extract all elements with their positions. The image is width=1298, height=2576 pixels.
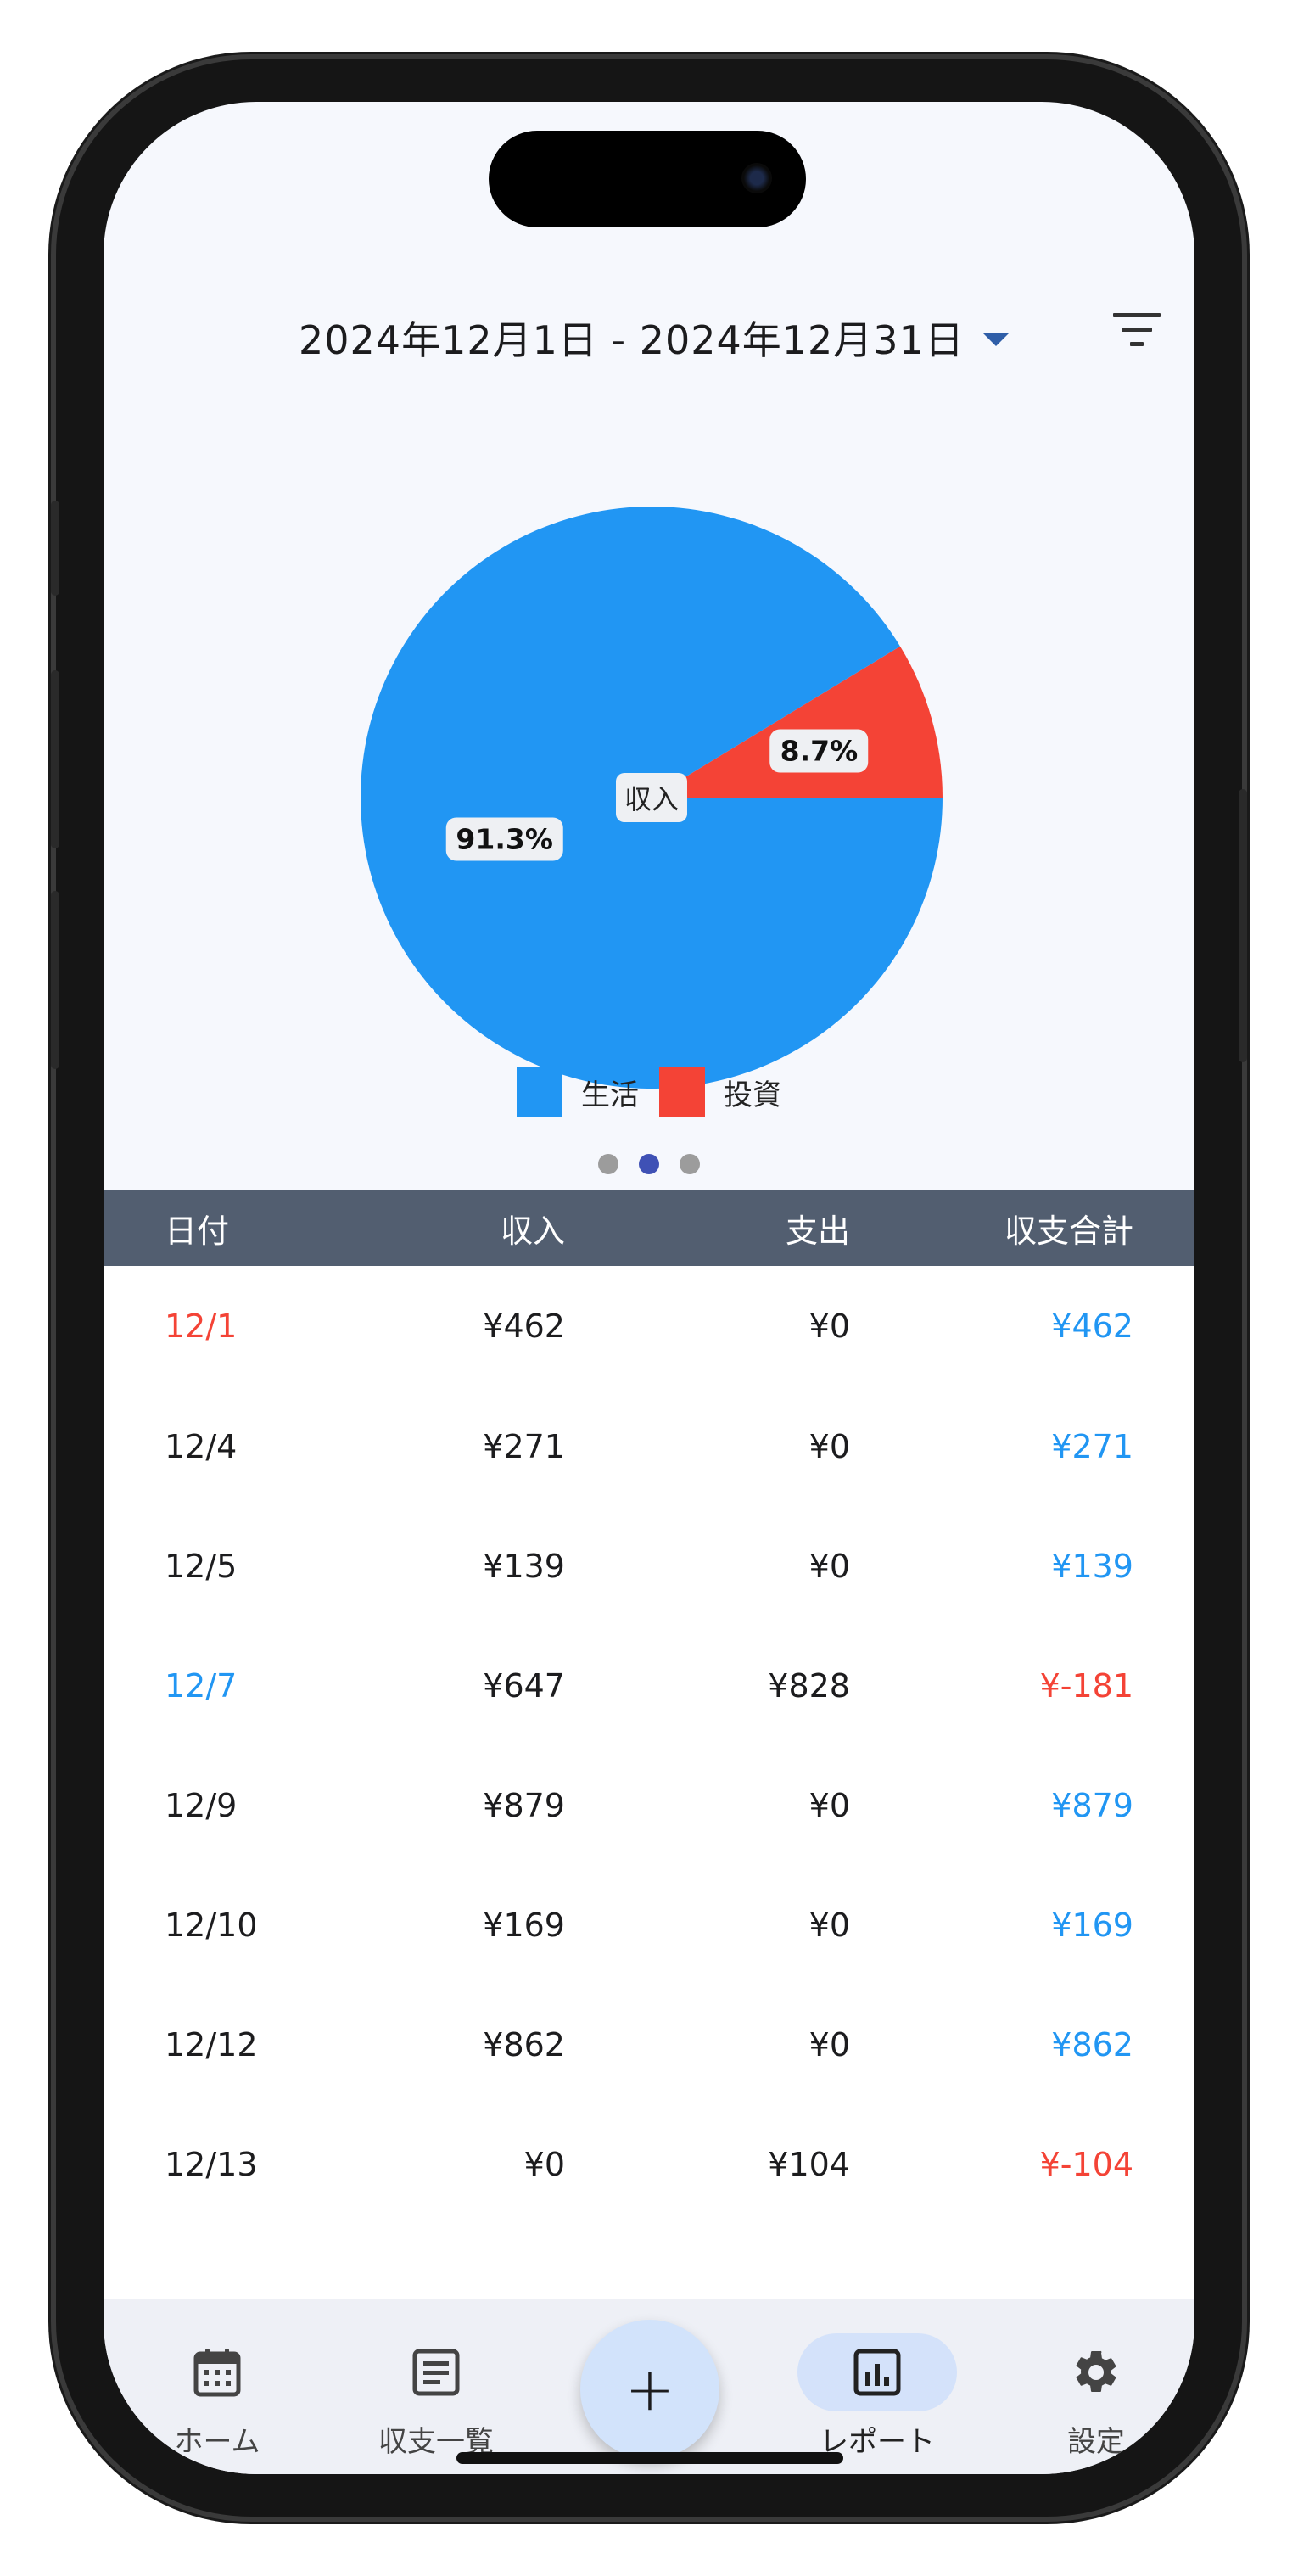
pie-center-label: 収入 <box>615 773 688 822</box>
row-income: ¥139 <box>483 1547 565 1585</box>
nav-label: 設定 <box>1067 2425 1125 2459</box>
table-header: 日付 収入 支出 収支合計 <box>104 1190 1194 1266</box>
page-dot-1[interactable] <box>598 1154 618 1174</box>
chart-legend: 生活 投資 <box>104 1067 1194 1117</box>
date-range-selector[interactable]: 2024年12月1日 - 2024年12月31日 <box>299 310 1009 366</box>
row-income: ¥0 <box>523 2145 565 2183</box>
bar-chart-icon <box>853 2349 901 2396</box>
nav-home[interactable]: ホーム <box>132 2333 302 2460</box>
table-row[interactable]: 12/10 ¥169 ¥0 ¥169 <box>104 1865 1194 1985</box>
page-dot-2[interactable] <box>639 1154 659 1174</box>
row-date: 12/1 <box>165 1308 238 1345</box>
row-expense: ¥0 <box>808 1308 850 1345</box>
nav-report-icon-wrap <box>797 2333 957 2411</box>
date-range-text: 2024年12月1日 - 2024年12月31日 <box>299 317 965 363</box>
legend-label: 投資 <box>724 1078 781 1112</box>
camera-icon <box>741 163 772 193</box>
transaction-table: 12/1 ¥462 ¥0 ¥462 12/4 ¥271 ¥0 ¥271 12/5 ¥139 ¥0 ¥1… <box>104 1266 1194 2299</box>
row-total: ¥462 <box>1051 1308 1133 1345</box>
gear-icon <box>1076 2350 1116 2392</box>
row-total: ¥271 <box>1051 1427 1133 1465</box>
column-header-income: 収入 <box>500 1212 565 1250</box>
row-expense: ¥0 <box>808 1427 850 1465</box>
row-date: 12/5 <box>165 1547 238 1585</box>
plus-icon: + <box>624 2355 675 2424</box>
table-row[interactable]: 12/4 ¥271 ¥0 ¥271 <box>104 1386 1194 1506</box>
legend-label: 生活 <box>581 1078 639 1112</box>
volume-up-button <box>51 670 59 848</box>
volume-down-button <box>51 891 59 1069</box>
pie-slice-label: 91.3% <box>445 817 563 861</box>
row-date: 12/9 <box>165 1786 238 1824</box>
row-income: ¥647 <box>483 1666 565 1705</box>
row-expense: ¥0 <box>808 1786 850 1824</box>
report-header: 2024年12月1日 - 2024年12月31日 <box>104 293 1194 395</box>
row-income: ¥169 <box>483 1906 565 1944</box>
column-header-total: 収支合計 <box>1004 1212 1133 1250</box>
row-expense: ¥0 <box>808 1906 850 1944</box>
row-income: ¥862 <box>483 2025 565 2064</box>
nav-label: ホーム <box>174 2425 260 2459</box>
table-row[interactable]: 12/5 ¥139 ¥0 ¥139 <box>104 1506 1194 1626</box>
nav-home-icon-wrap <box>137 2333 297 2411</box>
row-date: 12/13 <box>165 2145 258 2183</box>
page-dot-3[interactable] <box>680 1154 700 1174</box>
nav-transactions-icon-wrap <box>356 2333 516 2411</box>
nav-report[interactable]: レポート <box>792 2333 962 2460</box>
legend-swatch-living <box>517 1067 562 1117</box>
nav-settings-icon-wrap <box>1016 2333 1176 2411</box>
page-indicator <box>104 1154 1194 1174</box>
row-total: ¥-104 <box>1039 2145 1133 2183</box>
action-button <box>51 501 59 596</box>
add-transaction-button[interactable]: + <box>580 2320 719 2459</box>
row-total: ¥139 <box>1051 1547 1133 1585</box>
pie-slice-label: 8.7% <box>769 729 869 773</box>
table-row[interactable]: 12/1 ¥462 ¥0 ¥462 <box>104 1266 1194 1386</box>
filter-icon[interactable] <box>1113 311 1161 349</box>
legend-item-living: 生活 <box>517 1067 639 1117</box>
row-total: ¥879 <box>1051 1786 1133 1824</box>
calendar-icon <box>193 2349 241 2397</box>
dropdown-arrow-icon <box>982 333 1009 346</box>
row-date: 12/7 <box>165 1666 238 1705</box>
nav-transactions[interactable]: 収支一覧 <box>351 2333 521 2460</box>
row-income: ¥271 <box>483 1427 565 1465</box>
row-date: 12/12 <box>165 2025 258 2064</box>
row-total: ¥169 <box>1051 1906 1133 1944</box>
row-expense: ¥104 <box>768 2145 850 2183</box>
table-row[interactable]: 12/13 ¥0 ¥104 ¥-104 <box>104 2104 1194 2224</box>
table-row[interactable]: 12/12 ¥862 ¥0 ¥862 <box>104 1985 1194 2104</box>
power-button <box>1239 789 1247 1062</box>
row-expense: ¥828 <box>768 1666 850 1705</box>
row-date: 12/4 <box>165 1427 238 1465</box>
row-date: 12/10 <box>165 1906 258 1944</box>
legend-swatch-investment <box>659 1067 705 1117</box>
legend-item-investment: 投資 <box>659 1067 781 1117</box>
dynamic-island <box>489 131 806 227</box>
row-total: ¥862 <box>1051 2025 1133 2064</box>
table-row[interactable]: 12/9 ¥879 ¥0 ¥879 <box>104 1745 1194 1865</box>
home-indicator[interactable] <box>456 2452 843 2464</box>
row-income: ¥462 <box>483 1308 565 1345</box>
column-header-expense: 支出 <box>785 1212 850 1250</box>
table-row[interactable]: 12/7 ¥647 ¥828 ¥-181 <box>104 1626 1194 1745</box>
nav-settings[interactable]: 設定 <box>1011 2333 1181 2460</box>
app-screen: 2024年12月1日 - 2024年12月31日 収入 8.7% 91.3% 生活… <box>104 102 1194 2474</box>
row-total: ¥-181 <box>1039 1666 1133 1705</box>
column-header-date: 日付 <box>165 1212 230 1250</box>
row-expense: ¥0 <box>808 2025 850 2064</box>
row-expense: ¥0 <box>808 1547 850 1585</box>
list-document-icon <box>412 2349 460 2396</box>
row-income: ¥879 <box>483 1786 565 1824</box>
